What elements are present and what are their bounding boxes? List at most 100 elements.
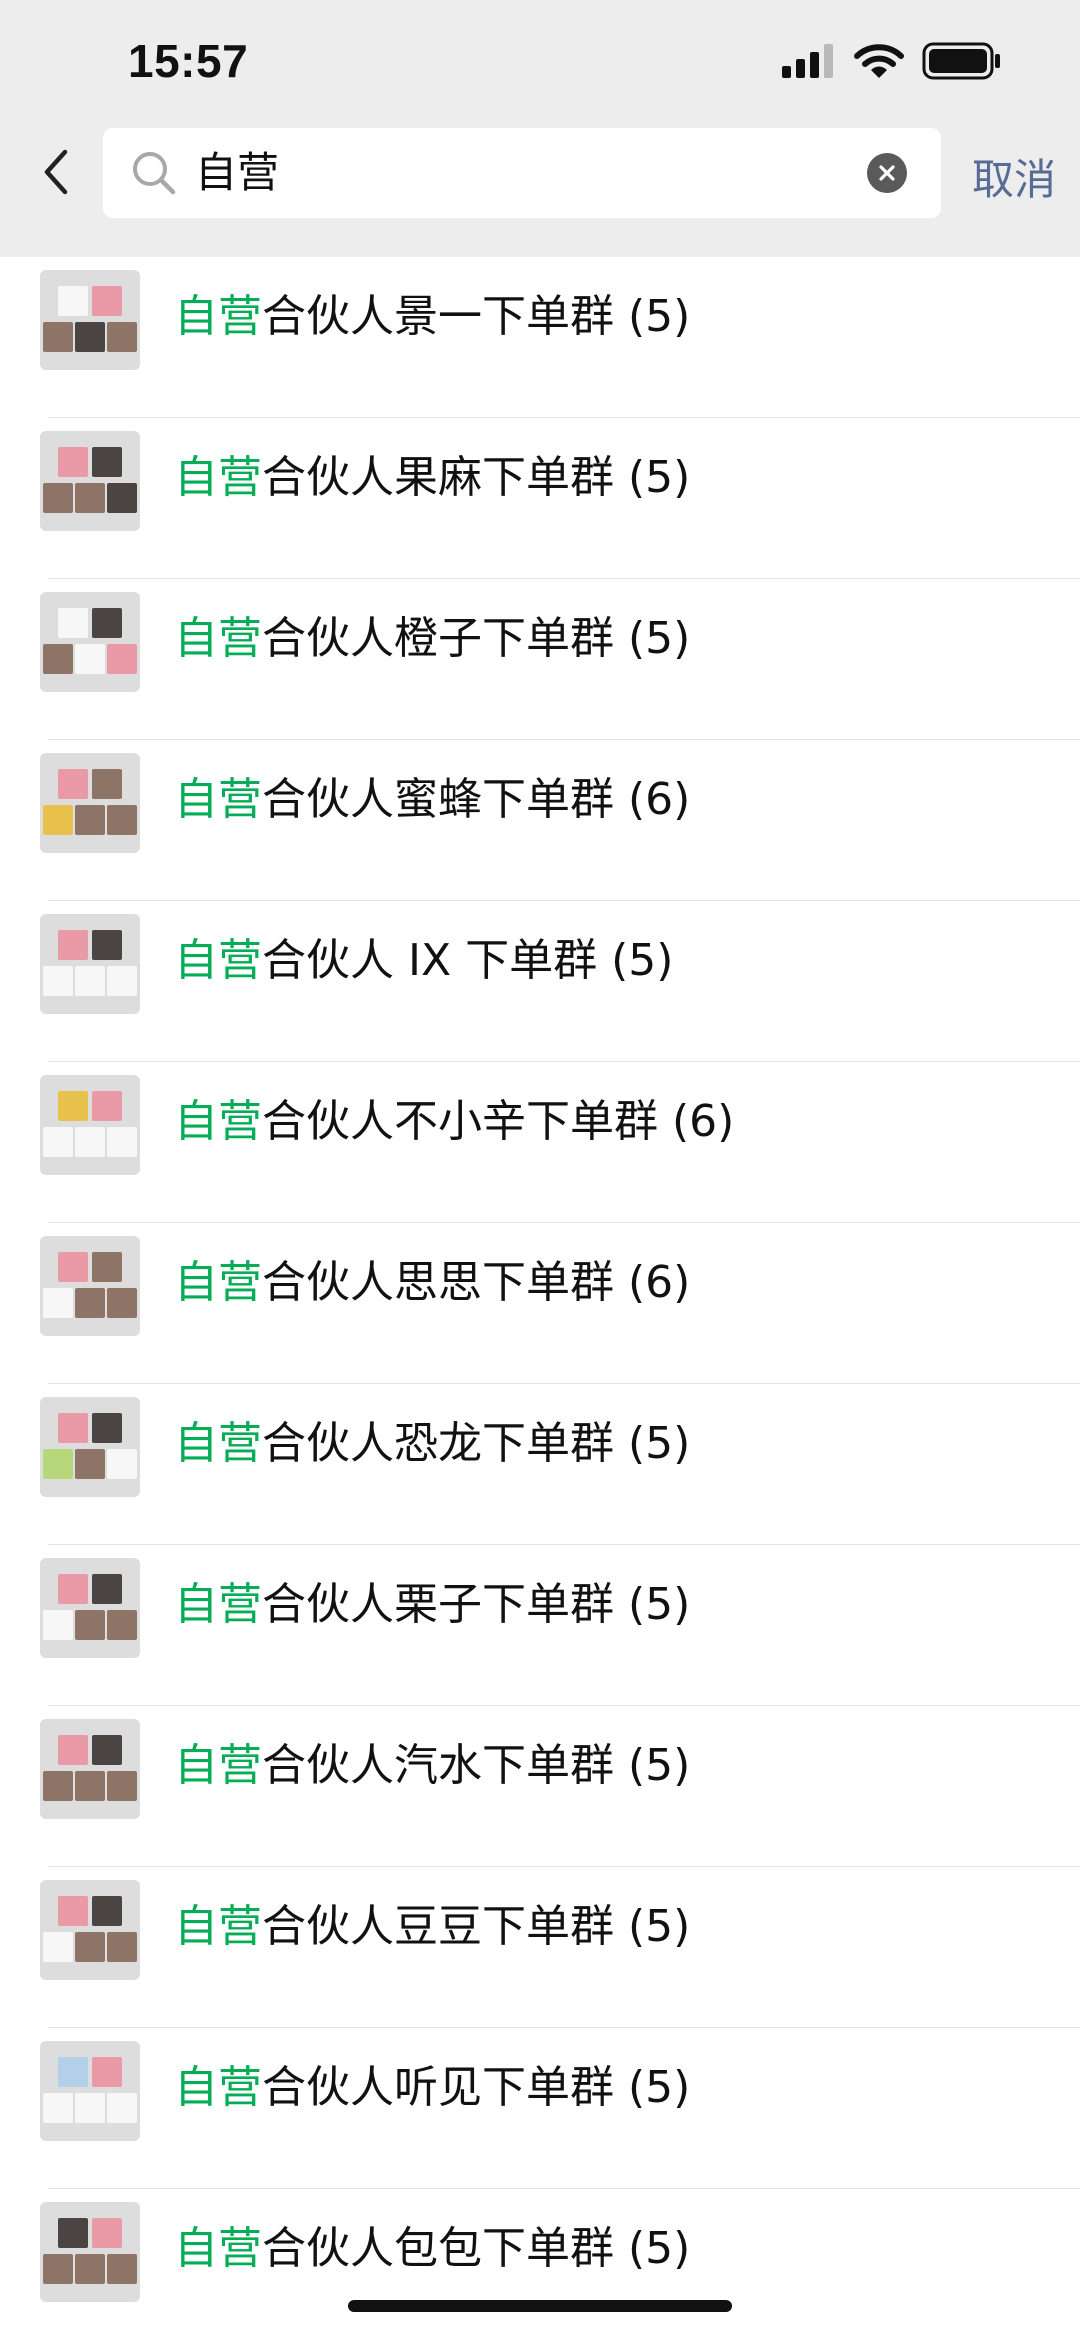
group-name: 自营合伙人 IX 下单群 (5)	[174, 931, 673, 991]
match-highlight: 自营	[174, 774, 262, 825]
list-item[interactable]: 自营合伙人听见下单群 (5)	[0, 2028, 1080, 2189]
avatar-tile	[43, 1932, 73, 1962]
group-avatar	[40, 1236, 140, 1336]
back-button[interactable]	[36, 146, 76, 198]
list-item[interactable]: 自营合伙人果麻下单群 (5)	[0, 418, 1080, 579]
list-item[interactable]: 自营合伙人 IX 下单群 (5)	[0, 901, 1080, 1062]
avatar-tile	[107, 2093, 137, 2123]
avatar-tile	[58, 1574, 88, 1604]
group-name: 自营合伙人恐龙下单群 (5)	[174, 1414, 690, 1474]
match-highlight: 自营	[174, 1418, 262, 1469]
avatar-tile	[75, 1932, 105, 1962]
match-highlight: 自营	[174, 613, 262, 664]
wifi-icon	[854, 43, 904, 83]
group-name: 自营合伙人栗子下单群 (5)	[174, 1575, 690, 1635]
avatar-tile	[107, 1610, 137, 1640]
list-item[interactable]: 自营合伙人蜜蜂下单群 (6)	[0, 740, 1080, 901]
list-item[interactable]: 自营合伙人思思下单群 (6)	[0, 1223, 1080, 1384]
avatar-tile	[43, 1771, 73, 1801]
avatar-tile	[75, 1449, 105, 1479]
avatar-tile	[107, 1127, 137, 1157]
avatar-tile	[43, 2254, 73, 2284]
avatar-tile	[107, 966, 137, 996]
avatar-tile	[92, 1896, 122, 1926]
avatar-tile	[43, 805, 73, 835]
match-highlight: 自营	[174, 1901, 262, 1952]
avatar-tile	[58, 1413, 88, 1443]
avatar-tile	[58, 1252, 88, 1282]
avatar-tile	[92, 1735, 122, 1765]
group-name: 自营合伙人听见下单群 (5)	[174, 2058, 690, 2118]
avatar-tile	[92, 930, 122, 960]
avatar-tile	[75, 644, 105, 674]
match-highlight: 自营	[174, 1096, 262, 1147]
avatar-tile	[75, 966, 105, 996]
group-name-rest: 合伙人 IX 下单群 (5)	[262, 935, 674, 986]
avatar-tile	[43, 322, 73, 352]
group-name-rest: 合伙人思思下单群 (6)	[262, 1257, 691, 1308]
search-icon	[133, 152, 176, 195]
avatar-tile	[58, 286, 88, 316]
avatar-tile	[107, 483, 137, 513]
group-name: 自营合伙人蜜蜂下单群 (6)	[174, 770, 690, 830]
list-item[interactable]: 自营合伙人豆豆下单群 (5)	[0, 1867, 1080, 2028]
list-item[interactable]: 自营合伙人包包下单群 (5)	[0, 2189, 1080, 2350]
match-highlight: 自营	[174, 2062, 262, 2113]
avatar-tile	[75, 483, 105, 513]
avatar-tile	[92, 1091, 122, 1121]
avatar-tile	[75, 1610, 105, 1640]
status-time: 15:57	[128, 35, 249, 87]
avatar-tile	[92, 1252, 122, 1282]
group-avatar	[40, 270, 140, 370]
avatar-tile	[43, 1449, 73, 1479]
avatar-tile	[75, 2093, 105, 2123]
group-avatar	[40, 431, 140, 531]
avatar-tile	[58, 1735, 88, 1765]
group-avatar	[40, 592, 140, 692]
group-avatar	[40, 753, 140, 853]
group-name-rest: 合伙人景一下单群 (5)	[262, 291, 691, 342]
avatar-tile	[58, 1091, 88, 1121]
list-item[interactable]: 自营合伙人橙子下单群 (5)	[0, 579, 1080, 740]
match-highlight: 自营	[174, 2223, 262, 2274]
avatar-tile	[107, 322, 137, 352]
home-indicator	[348, 2300, 732, 2312]
group-name-rest: 合伙人果麻下单群 (5)	[262, 452, 691, 503]
avatar-tile	[58, 2057, 88, 2087]
avatar-tile	[75, 1127, 105, 1157]
list-item[interactable]: 自营合伙人栗子下单群 (5)	[0, 1545, 1080, 1706]
group-name-rest: 合伙人包包下单群 (5)	[262, 2223, 691, 2274]
avatar-tile	[92, 608, 122, 638]
list-item[interactable]: 自营合伙人景一下单群 (5)	[0, 257, 1080, 418]
search-box[interactable]	[103, 128, 941, 218]
avatar-tile	[75, 2254, 105, 2284]
avatar-tile	[58, 2218, 88, 2248]
group-avatar	[40, 2202, 140, 2302]
battery-icon	[922, 42, 1002, 84]
group-avatar	[40, 1719, 140, 1819]
group-name: 自营合伙人思思下单群 (6)	[174, 1253, 690, 1313]
avatar-tile	[58, 447, 88, 477]
chevron-left-icon	[44, 149, 68, 195]
group-avatar	[40, 914, 140, 1014]
group-name: 自营合伙人橙子下单群 (5)	[174, 609, 690, 669]
list-item[interactable]: 自营合伙人恐龙下单群 (5)	[0, 1384, 1080, 1545]
list-item[interactable]: 自营合伙人不小辛下单群 (6)	[0, 1062, 1080, 1223]
avatar-tile	[58, 608, 88, 638]
match-highlight: 自营	[174, 935, 262, 986]
avatar-tile	[43, 2093, 73, 2123]
avatar-tile	[92, 1574, 122, 1604]
group-name: 自营合伙人不小辛下单群 (6)	[174, 1092, 734, 1152]
cancel-button[interactable]: 取消	[972, 146, 1056, 207]
avatar-tile	[43, 644, 73, 674]
match-highlight: 自营	[174, 1579, 262, 1630]
group-name-rest: 合伙人听见下单群 (5)	[262, 2062, 691, 2113]
search-input[interactable]	[195, 128, 835, 218]
list-item[interactable]: 自营合伙人汽水下单群 (5)	[0, 1706, 1080, 1867]
avatar-tile	[92, 286, 122, 316]
match-highlight: 自营	[174, 1257, 262, 1308]
search-header: 15:57 自营 取消	[0, 0, 1080, 257]
avatar-tile	[92, 2057, 122, 2087]
clear-search-button[interactable]	[867, 153, 907, 193]
avatar-tile	[92, 769, 122, 799]
